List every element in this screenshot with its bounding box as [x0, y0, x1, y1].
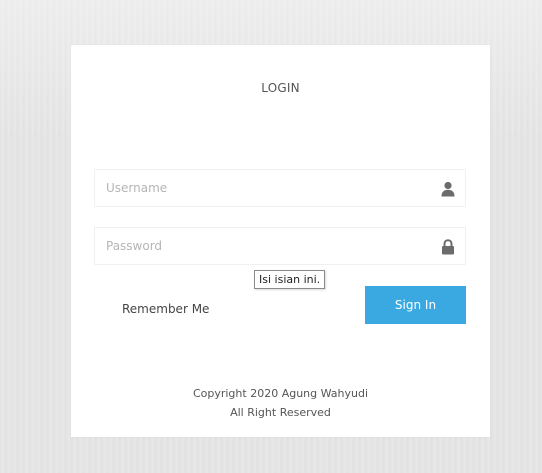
copyright-line-2: All Right Reserved [230, 406, 331, 419]
user-icon [441, 181, 455, 197]
password-field[interactable] [94, 227, 466, 265]
lock-icon [441, 239, 455, 255]
validation-tooltip: Isi isian ini. [254, 270, 326, 289]
copyright-line-1: Copyright 2020 Agung Wahyudi [192, 387, 369, 400]
remember-me-label[interactable]: Remember Me [122, 302, 209, 316]
username-field[interactable] [94, 169, 466, 207]
password-input[interactable] [95, 228, 465, 264]
login-title: LOGIN [261, 81, 300, 95]
copyright-text: Copyright 2020 Agung Wahyudi All Right R… [71, 384, 490, 422]
username-input[interactable] [95, 170, 465, 206]
sign-in-button[interactable]: Sign In [365, 286, 466, 324]
login-card: LOGIN Isi isian ini. Remember Me Sign In… [71, 45, 490, 437]
